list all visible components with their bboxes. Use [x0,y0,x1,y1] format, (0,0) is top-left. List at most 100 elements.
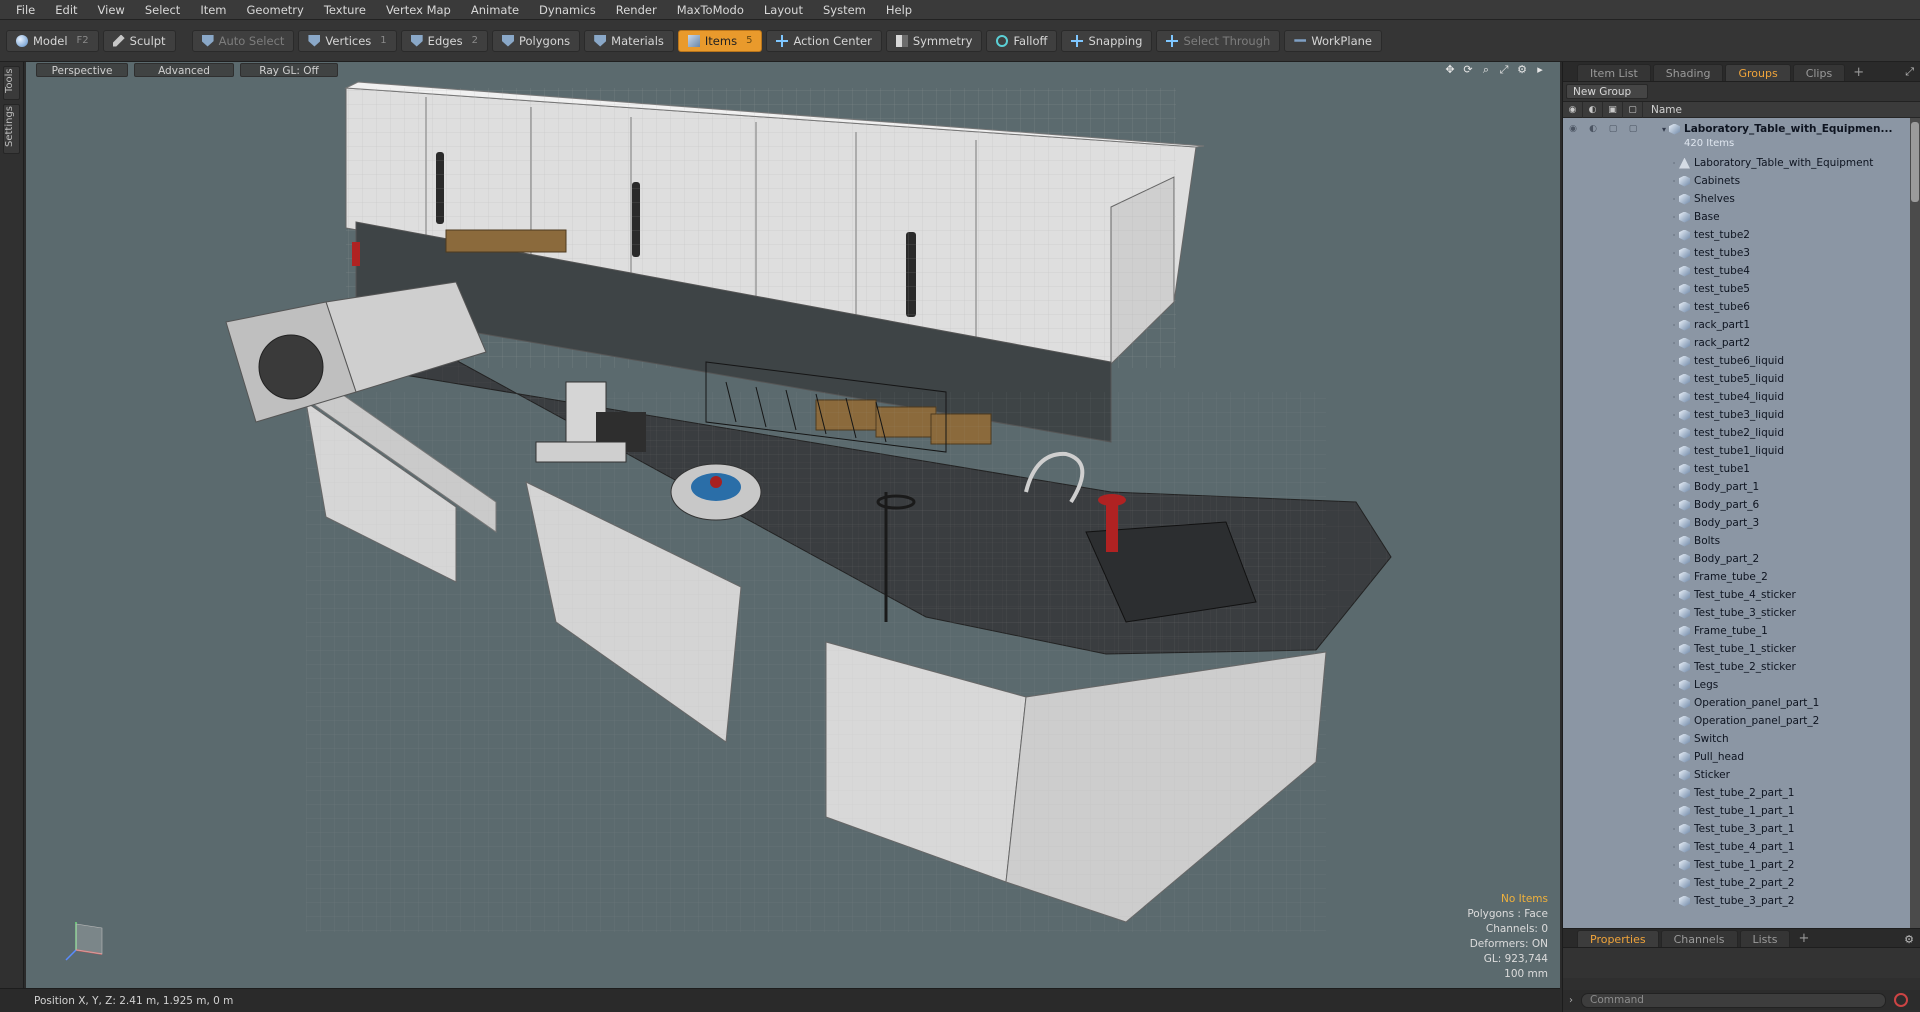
tree-item-expander-icon[interactable]: · [1669,465,1679,474]
tree-item[interactable]: · test_tube6 [1563,298,1920,316]
tree-item[interactable]: · Test_tube_1_sticker [1563,640,1920,658]
tree-item-expander-icon[interactable]: · [1669,627,1679,636]
tree-item-expander-icon[interactable]: · [1669,303,1679,312]
tree-item-expander-icon[interactable]: · [1669,753,1679,762]
tree-item[interactable]: · Test_tube_2_part_1 [1563,784,1920,802]
tree-item[interactable]: · Body_part_6 [1563,496,1920,514]
menu-view[interactable]: View [88,0,135,20]
tree-item-expander-icon[interactable]: · [1669,699,1679,708]
tree-item-expander-icon[interactable]: · [1669,663,1679,672]
tree-item[interactable]: · Base [1563,208,1920,226]
tree-item[interactable]: · Body_part_1 [1563,478,1920,496]
tree-item-expander-icon[interactable]: · [1669,879,1679,888]
tree-item[interactable]: · Pull_head [1563,748,1920,766]
tree-item[interactable]: · Body_part_2 [1563,550,1920,568]
tree-item[interactable]: · Operation_panel_part_2 [1563,712,1920,730]
tree-item-expander-icon[interactable]: · [1669,321,1679,330]
render-toggle-icon[interactable]: ◐ [1583,101,1603,118]
symmetry-button[interactable]: Symmetry [885,29,983,52]
tree-item[interactable]: · Test_tube_2_part_2 [1563,874,1920,892]
tree-item-expander-icon[interactable]: · [1669,519,1679,528]
tree-scrollbar[interactable] [1910,118,1920,936]
perspective-view-dropdown[interactable]: Perspective [36,63,128,77]
groups-tree-list[interactable]: ◉ ◐ ▢ ▢ ▾ Laboratory_Table_with_Equipmen… [1563,118,1920,936]
tree-item-expander-icon[interactable]: · [1669,789,1679,798]
menu-dynamics[interactable]: Dynamics [529,0,606,20]
menu-texture[interactable]: Texture [314,0,376,20]
viewport-menu-arrow-icon[interactable]: ▸ [1534,64,1546,76]
tree-item-expander-icon[interactable]: · [1669,861,1679,870]
tree-item-expander-icon[interactable]: · [1669,609,1679,618]
tree-item-expander-icon[interactable]: · [1669,249,1679,258]
tree-item[interactable]: · Legs [1563,676,1920,694]
tree-item[interactable]: · Frame_tube_1 [1563,622,1920,640]
panel-maximize-icon[interactable]: ⤢ [1905,65,1914,79]
snapping-button[interactable]: Snapping [1061,29,1153,52]
tree-item[interactable]: · Test_tube_3_part_1 [1563,820,1920,838]
tree-item-expander-icon[interactable]: · [1669,807,1679,816]
menu-maxtomodo[interactable]: MaxToModo [667,0,754,20]
raygl-toggle[interactable]: Ray GL: Off [240,63,338,77]
add-tab-plus-icon[interactable]: + [1847,64,1870,81]
tab-groups[interactable]: Groups [1725,64,1791,81]
tree-item-expander-icon[interactable]: · [1669,771,1679,780]
sculpt-mode-button[interactable]: Sculpt [102,29,176,52]
menu-system[interactable]: System [813,0,876,20]
tree-item-expander-icon[interactable]: · [1669,681,1679,690]
tree-item[interactable]: · test_tube1 [1563,460,1920,478]
menu-geometry[interactable]: Geometry [237,0,314,20]
tree-item[interactable]: · test_tube4_liquid [1563,388,1920,406]
tree-item-expander-icon[interactable]: · [1669,447,1679,456]
tree-item-expander-icon[interactable]: · [1669,357,1679,366]
menu-item[interactable]: Item [190,0,236,20]
tree-item[interactable]: · test_tube2 [1563,226,1920,244]
tree-item-expander-icon[interactable]: · [1669,573,1679,582]
tree-item[interactable]: · Operation_panel_part_1 [1563,694,1920,712]
auto-select-button[interactable]: Auto Select [191,29,295,52]
select-column-icon[interactable]: ▢ [1623,101,1643,118]
tree-item[interactable]: · Body_part_3 [1563,514,1920,532]
tab-lists[interactable]: Lists [1739,930,1791,947]
new-group-button[interactable]: New Group [1566,84,1648,99]
tree-item-expander-icon[interactable]: · [1669,267,1679,276]
rotate-orbit-icon[interactable]: ⟳ [1462,64,1474,76]
menu-select[interactable]: Select [135,0,190,20]
menu-animate[interactable]: Animate [461,0,529,20]
tree-item-expander-icon[interactable]: · [1669,195,1679,204]
tree-item-expander-icon[interactable]: · [1669,591,1679,600]
tree-item[interactable]: · Sticker [1563,766,1920,784]
tree-item[interactable]: · test_tube3 [1563,244,1920,262]
tree-item-expander-icon[interactable]: · [1669,231,1679,240]
tree-scrollbar-thumb[interactable] [1911,122,1919,202]
menu-render[interactable]: Render [606,0,667,20]
tree-item[interactable]: · test_tube1_liquid [1563,442,1920,460]
command-input[interactable]: Command [1581,992,1886,1008]
3d-viewport[interactable]: Perspective Advanced Ray GL: Off ✥ ⟳ ⌕ ⤢… [26,62,1560,988]
command-arrow-icon[interactable]: › [1569,995,1573,1006]
tree-item[interactable]: · Test_tube_4_sticker [1563,586,1920,604]
falloff-button[interactable]: Falloff [986,29,1058,52]
settings-vertical-tab[interactable]: Settings [3,104,20,154]
tree-item-expander-icon[interactable]: · [1669,717,1679,726]
tree-item-expander-icon[interactable]: · [1669,843,1679,852]
menu-help[interactable]: Help [876,0,922,20]
tree-item-expander-icon[interactable]: · [1669,393,1679,402]
tools-vertical-tab[interactable]: Tools [3,66,20,100]
zoom-magnifier-icon[interactable]: ⌕ [1480,64,1492,76]
tree-item[interactable]: · Switch [1563,730,1920,748]
menu-vertex-map[interactable]: Vertex Map [376,0,461,20]
properties-settings-gear-icon[interactable]: ⚙ [1904,933,1914,946]
menu-edit[interactable]: Edit [45,0,87,20]
visibility-eye-icon[interactable]: ◉ [1563,101,1583,118]
tree-item[interactable]: · test_tube5_liquid [1563,370,1920,388]
polygons-mode-button[interactable]: Polygons [491,29,581,52]
materials-mode-button[interactable]: Materials [584,29,674,52]
tree-item[interactable]: · test_tube4 [1563,262,1920,280]
tree-item-expander-icon[interactable]: · [1669,213,1679,222]
tree-item-expander-icon[interactable]: · [1669,897,1679,906]
tree-item[interactable]: · Test_tube_1_part_2 [1563,856,1920,874]
tab-item-list[interactable]: Item List [1577,64,1651,81]
tab-properties[interactable]: Properties [1577,930,1659,947]
tree-item-expander-icon[interactable]: · [1669,177,1679,186]
menu-file[interactable]: File [6,0,45,20]
